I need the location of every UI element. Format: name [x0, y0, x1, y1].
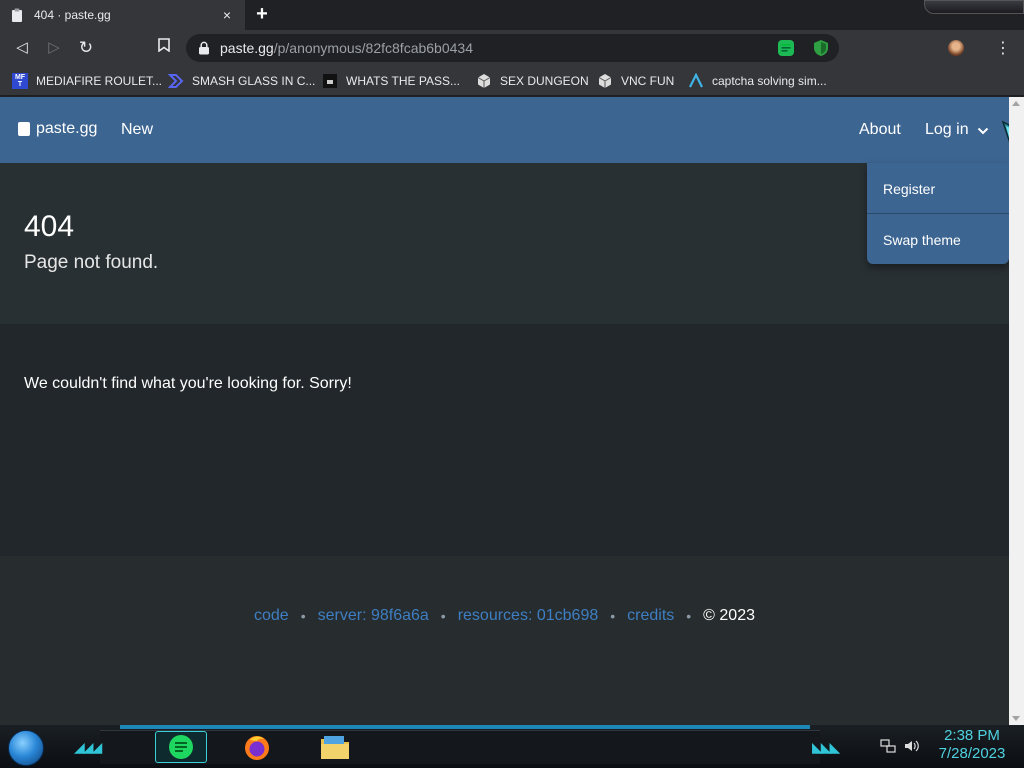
menu-divider — [867, 213, 1009, 214]
clock-date: 7/28/2023 — [938, 745, 1006, 762]
footer-server-link[interactable]: server: 98f6a6a — [318, 607, 429, 625]
bookmark-icon[interactable] — [154, 38, 174, 58]
firefox-icon[interactable] — [240, 731, 274, 763]
footer-separator: • — [686, 608, 692, 624]
bookmark-label: SEX DUNGEON — [500, 74, 589, 88]
bookmark-item[interactable]: VNC FUN — [597, 72, 674, 90]
browser-menu-button[interactable]: ⋮ — [995, 38, 1011, 58]
nav-new-link[interactable]: New — [121, 121, 153, 139]
footer-separator: • — [440, 608, 446, 624]
footer-links: code • server: 98f6a6a • resources: 01cb… — [0, 607, 1009, 625]
file-explorer-icon[interactable] — [318, 731, 352, 763]
login-dropdown-menu: Register Swap theme — [867, 163, 1009, 264]
footer-copyright: © 2023 — [703, 607, 755, 624]
bookmark-label: captcha solving sim... — [712, 74, 827, 88]
url-host: paste.gg — [220, 40, 274, 56]
error-content: We couldn't find what you're looking for… — [0, 324, 1009, 556]
chevron-down-icon — [977, 124, 989, 136]
bookmark-item[interactable]: SEX DUNGEON — [476, 72, 589, 90]
bookmark-item[interactable]: captcha solving sim... — [688, 72, 827, 90]
error-hero: 404 Page not found. — [0, 163, 1009, 324]
brand-link[interactable]: paste.gg — [18, 120, 97, 138]
cube-icon — [476, 73, 492, 89]
forward-button[interactable]: ▷ — [44, 38, 64, 58]
taskbar-glow — [120, 725, 810, 729]
footer-resources-link[interactable]: resources: 01cb698 — [458, 607, 599, 625]
paste-icon — [18, 122, 30, 136]
window-controls[interactable] — [924, 0, 1024, 14]
bookmark-label: VNC FUN — [621, 74, 675, 88]
bookmark-label: WHATS THE PASS... — [346, 74, 461, 88]
site-navbar: paste.gg New About Log in — [0, 97, 1009, 163]
nav-login-label: Log in — [925, 121, 969, 138]
reload-button[interactable]: ↻ — [76, 38, 96, 58]
lock-icon — [198, 41, 210, 55]
back-button[interactable]: ◁ — [12, 38, 32, 58]
taskbar: ◢◢◢ ◣◣◣ 2:38 PM 7/28/2023 — [0, 725, 1024, 768]
error-code: 404 — [24, 210, 75, 243]
tab-close-button[interactable]: × — [219, 7, 235, 23]
shield-extension-icon[interactable] — [812, 39, 830, 57]
register-menu-item[interactable]: Register — [883, 181, 935, 197]
scroll-down-icon[interactable] — [1012, 716, 1020, 721]
scroll-up-icon[interactable] — [1012, 101, 1020, 106]
bookmarks-bar: MF T MEDIAFIRE ROULET... SMASH GLASS IN C… — [0, 66, 1024, 96]
taskbar-notes-app[interactable] — [155, 731, 207, 763]
system-clock[interactable]: 2:38 PM 7/28/2023 — [932, 727, 1012, 763]
tab-title: 404 · paste.gg — [34, 8, 111, 22]
nav-about-link[interactable]: About — [859, 121, 901, 139]
profile-avatar[interactable] — [948, 40, 964, 56]
error-subtitle: Page not found. — [24, 252, 159, 273]
swap-theme-menu-item[interactable]: Swap theme — [883, 232, 961, 248]
site-footer: code • server: 98f6a6a • resources: 01cb… — [0, 556, 1009, 725]
clipboard-icon — [10, 7, 24, 23]
page-scrollbar[interactable] — [1009, 97, 1024, 725]
browser-tab[interactable]: 404 · paste.gg × — [0, 0, 245, 30]
footer-separator: • — [300, 608, 306, 624]
bookmark-item[interactable]: SMASH GLASS IN C... — [168, 72, 315, 90]
chevron-logo-icon — [168, 73, 184, 89]
bookmark-label: SMASH GLASS IN C... — [192, 74, 316, 88]
tab-strip: 404 · paste.gg × + — [0, 0, 1024, 30]
web-page: paste.gg New About Log in 404 Page not f… — [0, 97, 1009, 725]
start-orb-icon[interactable] — [8, 730, 44, 766]
dark-logo-icon — [322, 73, 338, 89]
bookmark-item[interactable]: WHATS THE PASS... — [322, 72, 460, 90]
brand-label: paste.gg — [36, 120, 98, 137]
browser-toolbar: ◁ ▷ ↻ paste.gg/p/anonymous/82fc8fcab6b04… — [0, 30, 1024, 66]
mediafire-icon: MF T — [12, 73, 28, 89]
caret-logo-icon — [688, 73, 704, 89]
clock-time: 2:38 PM — [944, 727, 1000, 744]
error-message: We couldn't find what you're looking for… — [24, 375, 352, 392]
chevron-decoration-icon: ◢◢◢ — [74, 739, 102, 755]
volume-icon[interactable] — [904, 739, 920, 756]
nav-login-dropdown[interactable]: Log in — [925, 121, 989, 139]
new-tab-button[interactable]: + — [252, 4, 272, 25]
address-bar[interactable]: paste.gg/p/anonymous/82fc8fcab6b0434 — [186, 34, 839, 62]
notes-extension-icon[interactable] — [777, 39, 795, 57]
desktop: 404 · paste.gg × + ◁ ▷ ↻ paste.gg/p/anon… — [0, 0, 1024, 768]
footer-credits-link[interactable]: credits — [627, 607, 674, 625]
bookmark-item[interactable]: MF T MEDIAFIRE ROULET... — [12, 72, 162, 90]
cube-icon — [597, 73, 613, 89]
footer-separator: • — [610, 608, 616, 624]
url-path: /p/anonymous/82fc8fcab6b0434 — [273, 40, 473, 56]
taskbar-band — [100, 730, 820, 764]
network-icon[interactable] — [880, 739, 896, 756]
chevron-decoration-icon: ◣◣◣ — [812, 739, 840, 755]
bookmark-label: MEDIAFIRE ROULET... — [36, 74, 163, 88]
footer-code-link[interactable]: code — [254, 607, 289, 625]
